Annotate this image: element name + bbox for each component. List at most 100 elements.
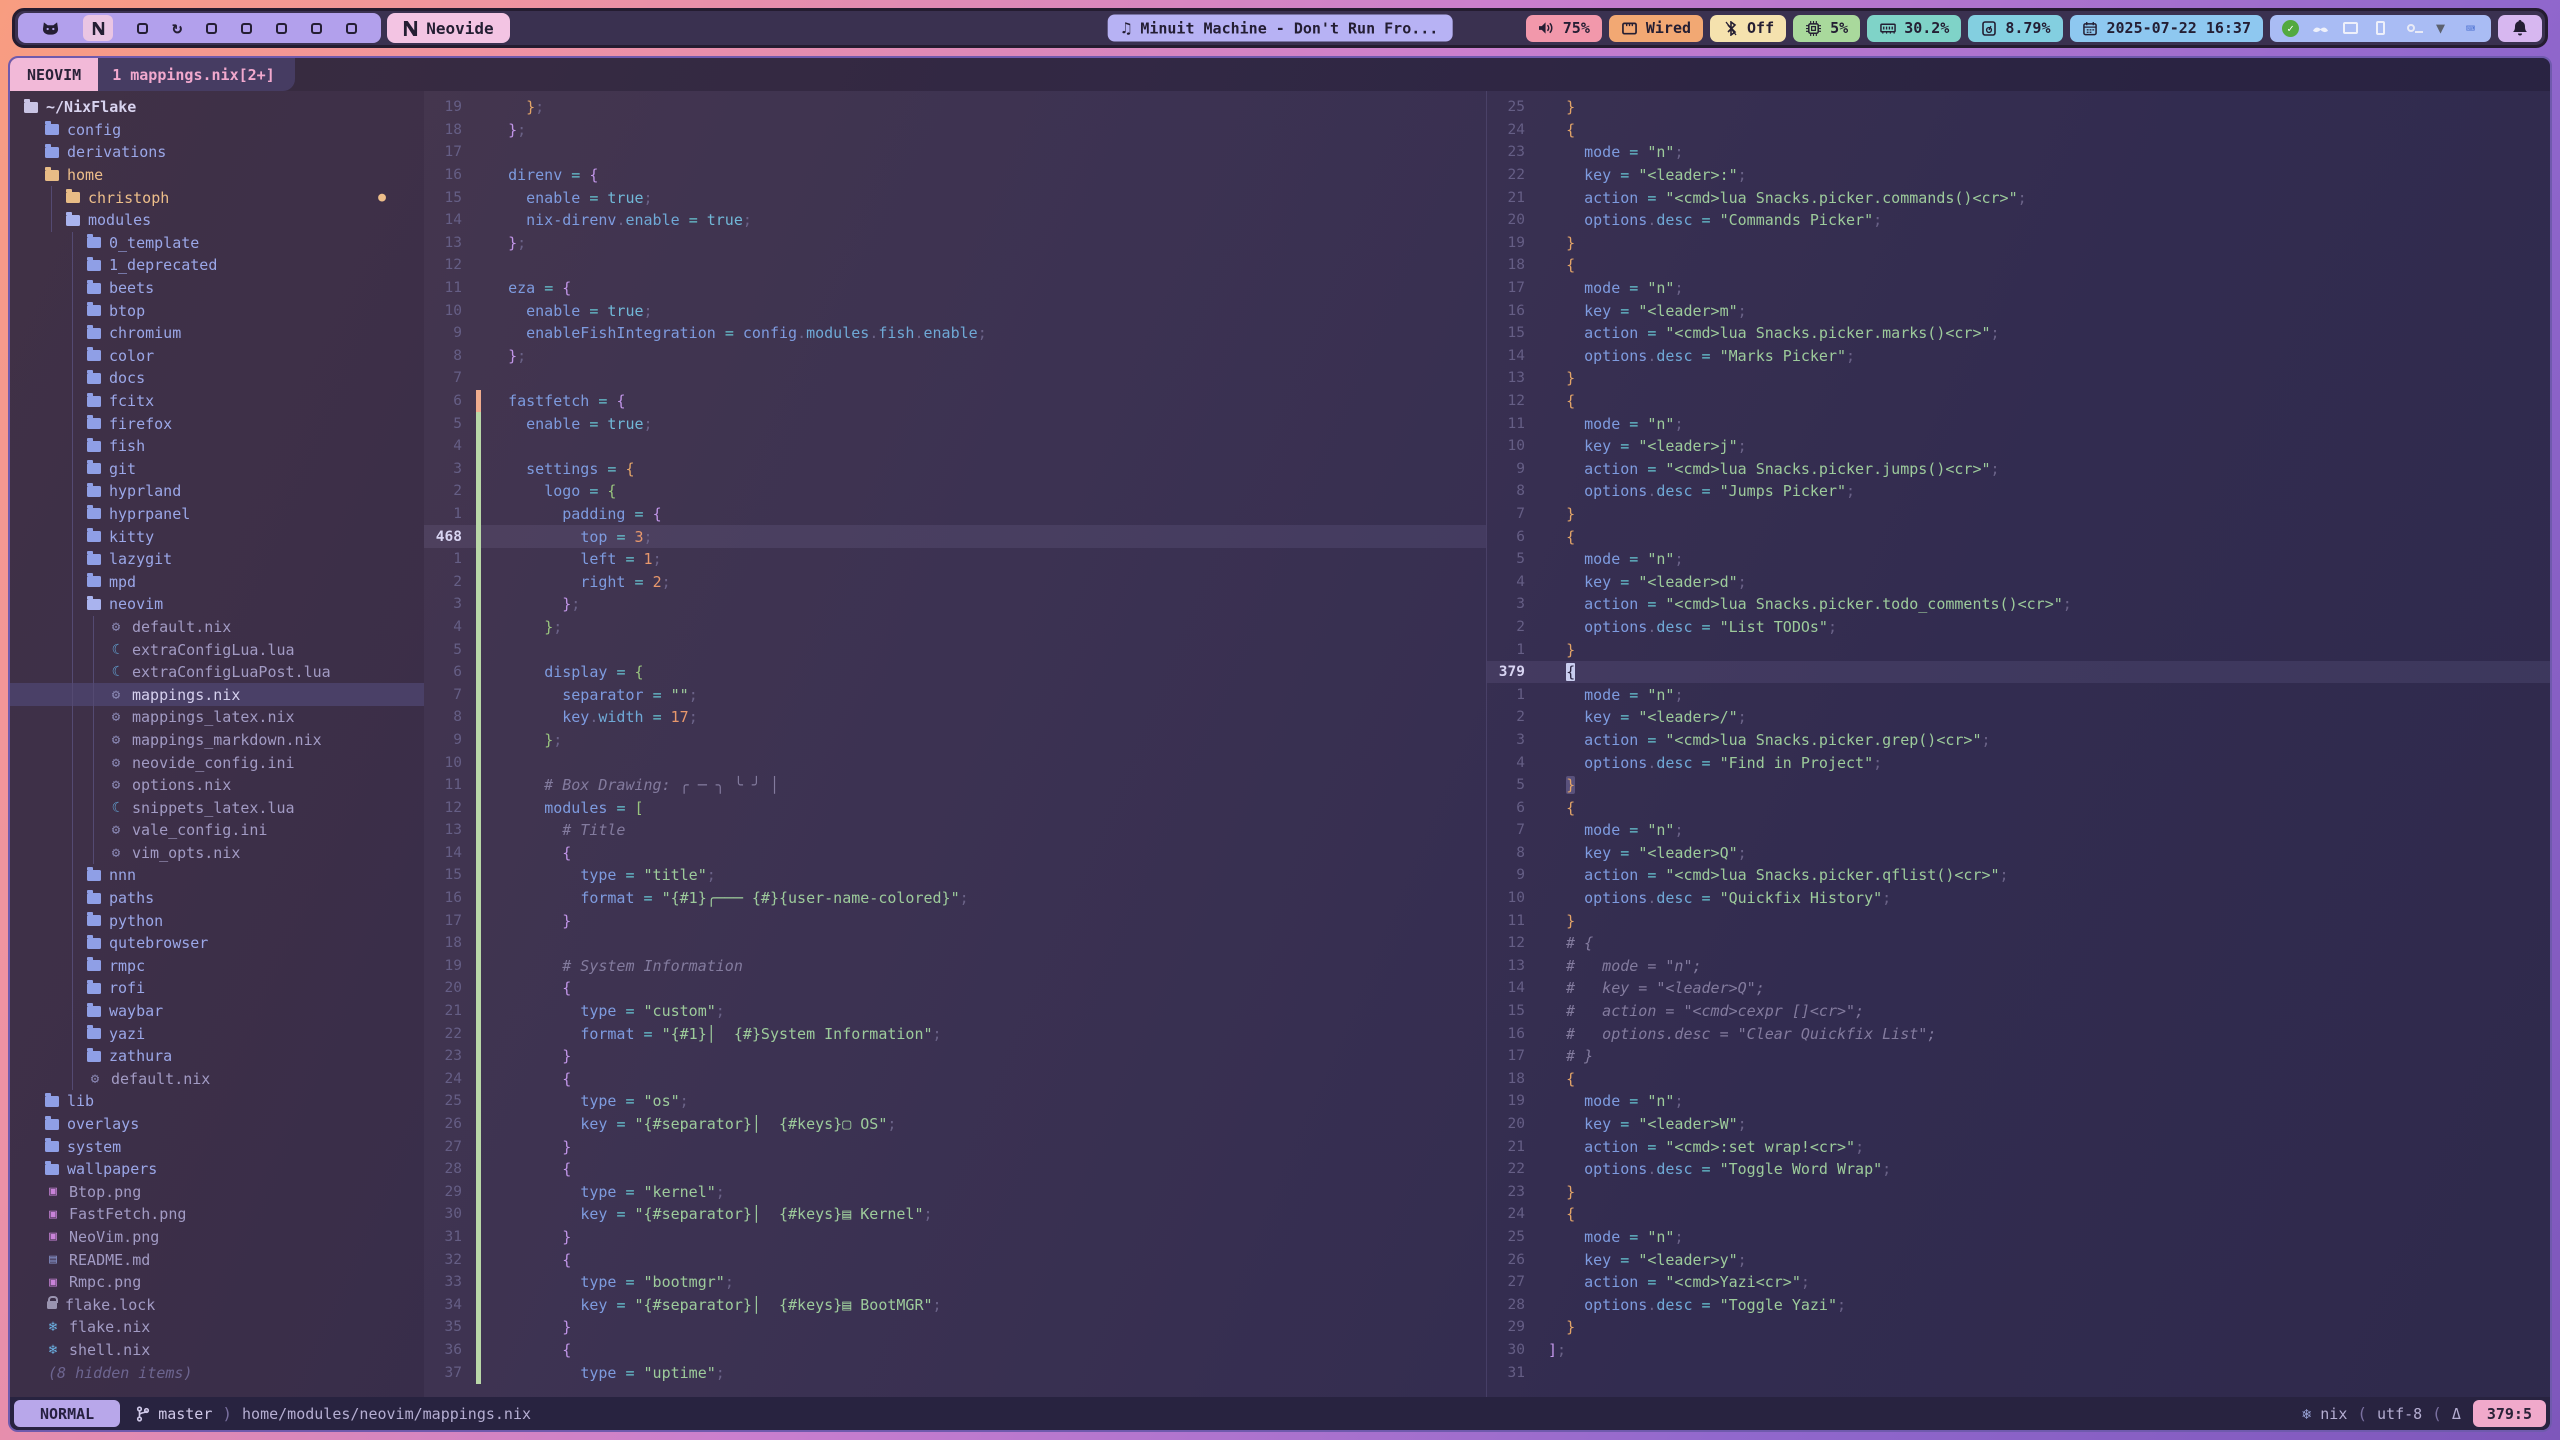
code-line[interactable]: 7: [424, 367, 1486, 390]
workspace-switcher[interactable]: ↻: [18, 13, 381, 43]
code-line[interactable]: 23 mode = "n";: [1487, 141, 2550, 164]
workspace-square[interactable]: [346, 23, 357, 34]
code-line[interactable]: 31 }: [424, 1226, 1486, 1249]
code-line[interactable]: 1 left = 1;: [424, 548, 1486, 571]
notifications-button[interactable]: [2498, 15, 2542, 42]
tree-item-lazygit[interactable]: lazygit: [10, 548, 424, 571]
code-line[interactable]: 29 }: [1487, 1316, 2550, 1339]
check-circle-icon[interactable]: ✓: [2282, 20, 2299, 37]
code-line[interactable]: 4 };: [424, 616, 1486, 639]
code-line[interactable]: 18 };: [424, 119, 1486, 142]
code-line[interactable]: 8 };: [424, 345, 1486, 368]
code-line[interactable]: 15 enable = true;: [424, 186, 1486, 209]
code-line[interactable]: 9 action = "<cmd>lua Snacks.picker.qflis…: [1487, 864, 2550, 887]
code-line[interactable]: 7 }: [1487, 503, 2550, 526]
code-line[interactable]: 14 {: [424, 842, 1486, 865]
tree-item-hyprpanel[interactable]: hyprpanel: [10, 503, 424, 526]
tree-item-rmpc.png[interactable]: ▣Rmpc.png: [10, 1271, 424, 1294]
tree-item-options.nix[interactable]: ⚙options.nix: [10, 774, 424, 797]
code-line[interactable]: 16 direnv = {: [424, 164, 1486, 187]
code-line[interactable]: 5 enable = true;: [424, 412, 1486, 435]
tree-item-extraconfigluapost.lua[interactable]: ☾extraConfigLuaPost.lua: [10, 661, 424, 684]
code-line[interactable]: 26 key = "<leader>y";: [1487, 1248, 2550, 1271]
tree-item-0_template[interactable]: 0_template: [10, 232, 424, 255]
tree-item-modules[interactable]: modules: [10, 209, 424, 232]
tree-item-lib[interactable]: lib: [10, 1090, 424, 1113]
workspace-cat[interactable]: [42, 21, 59, 36]
code-line[interactable]: 24 {: [424, 1068, 1486, 1091]
code-line[interactable]: 31: [1487, 1361, 2550, 1384]
tree-item-yazi[interactable]: yazi: [10, 1022, 424, 1045]
code-line[interactable]: 29 type = "kernel";: [424, 1181, 1486, 1204]
code-line[interactable]: 18 {: [1487, 1068, 2550, 1091]
code-line[interactable]: 10 options.desc = "Quickfix History";: [1487, 887, 2550, 910]
code-line[interactable]: 11 # Box Drawing: ╭ ─ ╮ ╰ ╯ │: [424, 774, 1486, 797]
code-line[interactable]: 9 enableFishIntegration = config.modules…: [424, 322, 1486, 345]
code-line[interactable]: 17 # }: [1487, 1045, 2550, 1068]
code-line[interactable]: 6 fastfetch = {: [424, 390, 1486, 413]
tree-item-flake.lock[interactable]: flake.lock: [10, 1293, 424, 1316]
vpn-triangle-icon[interactable]: ▼: [2436, 19, 2445, 37]
bluetooth-chip[interactable]: Off: [1710, 15, 1786, 42]
phone-icon[interactable]: [2376, 21, 2385, 35]
tree-item-snippets_latex.lua[interactable]: ☾snippets_latex.lua: [10, 796, 424, 819]
code-line[interactable]: 14 nix-direnv.enable = true;: [424, 209, 1486, 232]
tree-item-rmpc[interactable]: rmpc: [10, 955, 424, 978]
tree-item-python[interactable]: python: [10, 909, 424, 932]
git-branch[interactable]: master: [136, 1405, 212, 1423]
code-line[interactable]: 20 key = "<leader>W";: [1487, 1113, 2550, 1136]
volume-chip[interactable]: 75%: [1526, 15, 1602, 42]
tree-item-nixflake[interactable]: ~/NixFlake: [10, 96, 424, 119]
tree-item-paths[interactable]: paths: [10, 887, 424, 910]
tree-item-rofi[interactable]: rofi: [10, 977, 424, 1000]
code-line[interactable]: 25 }: [1487, 96, 2550, 119]
code-line[interactable]: 5 mode = "n";: [1487, 548, 2550, 571]
tree-item-color[interactable]: color: [10, 345, 424, 368]
workspace-refresh[interactable]: ↻: [172, 20, 182, 37]
code-line[interactable]: 3 action = "<cmd>lua Snacks.picker.todo_…: [1487, 593, 2550, 616]
tree-item-default.nix[interactable]: ⚙default.nix: [10, 616, 424, 639]
mustache-icon[interactable]: [2312, 24, 2329, 33]
tree-item-shell.nix[interactable]: ❄shell.nix: [10, 1339, 424, 1362]
tree-item-system[interactable]: system: [10, 1135, 424, 1158]
code-line[interactable]: 20 options.desc = "Commands Picker";: [1487, 209, 2550, 232]
tree-item-btop.png[interactable]: ▣Btop.png: [10, 1181, 424, 1204]
code-line[interactable]: 10: [424, 751, 1486, 774]
code-line[interactable]: 15 # action = "<cmd>cexpr []<cr>";: [1487, 1000, 2550, 1023]
editor-pane-left[interactable]: 19 };18 };1716 direnv = {15 enable = tru…: [424, 91, 1486, 1397]
code-line[interactable]: 25 type = "os";: [424, 1090, 1486, 1113]
code-line[interactable]: 27 action = "<cmd>Yazi<cr>";: [1487, 1271, 2550, 1294]
code-line[interactable]: 23 }: [1487, 1181, 2550, 1204]
tree-item-chromium[interactable]: chromium: [10, 322, 424, 345]
code-line[interactable]: 16 # options.desc = "Clear Quickfix List…: [1487, 1022, 2550, 1045]
tree-item-kitty[interactable]: kitty: [10, 525, 424, 548]
code-line[interactable]: 28 {: [424, 1158, 1486, 1181]
code-line[interactable]: 28 options.desc = "Toggle Yazi";: [1487, 1293, 2550, 1316]
tree-item-git[interactable]: git: [10, 458, 424, 481]
key-icon[interactable]: [2407, 24, 2415, 32]
code-line[interactable]: 23 }: [424, 1045, 1486, 1068]
code-line[interactable]: 12 # {: [1487, 932, 2550, 955]
code-line[interactable]: 5: [424, 638, 1486, 661]
editor-pane-right[interactable]: 25 }24 {23 mode = "n";22 key = "<leader>…: [1486, 91, 2550, 1397]
code-line[interactable]: 24 {: [1487, 1203, 2550, 1226]
music-widget[interactable]: ♫ Minuit Machine - Don't Run Fro...: [1108, 15, 1453, 42]
tree-item-extraconfiglua.lua[interactable]: ☾extraConfigLua.lua: [10, 638, 424, 661]
code-line[interactable]: 1 padding = {: [424, 503, 1486, 526]
code-line[interactable]: 6 {: [1487, 525, 2550, 548]
tree-item-zathura[interactable]: zathura: [10, 1045, 424, 1068]
clock-chip[interactable]: 2025-07-22 16:37: [2070, 15, 2264, 42]
code-line[interactable]: 1 }: [1487, 638, 2550, 661]
tree-item-waybar[interactable]: waybar: [10, 1000, 424, 1023]
workspace-square[interactable]: [276, 23, 287, 34]
tree-item-overlays[interactable]: overlays: [10, 1113, 424, 1136]
code-line[interactable]: 21 action = "<cmd>:set wrap!<cr>";: [1487, 1135, 2550, 1158]
tree-item-firefox[interactable]: firefox: [10, 412, 424, 435]
tree-item-mappings_latex.nix[interactable]: ⚙mappings_latex.nix: [10, 706, 424, 729]
tree-item-neovide_config.ini[interactable]: ⚙neovide_config.ini: [10, 751, 424, 774]
code-line[interactable]: 17 mode = "n";: [1487, 277, 2550, 300]
tree-item-beets[interactable]: beets: [10, 277, 424, 300]
code-line[interactable]: 26 key = "{#separator}│ {#keys}▢ OS";: [424, 1113, 1486, 1136]
tree-item-neovim.png[interactable]: ▣NeoVim.png: [10, 1226, 424, 1249]
tree-item-christoph[interactable]: christoph●: [10, 186, 424, 209]
